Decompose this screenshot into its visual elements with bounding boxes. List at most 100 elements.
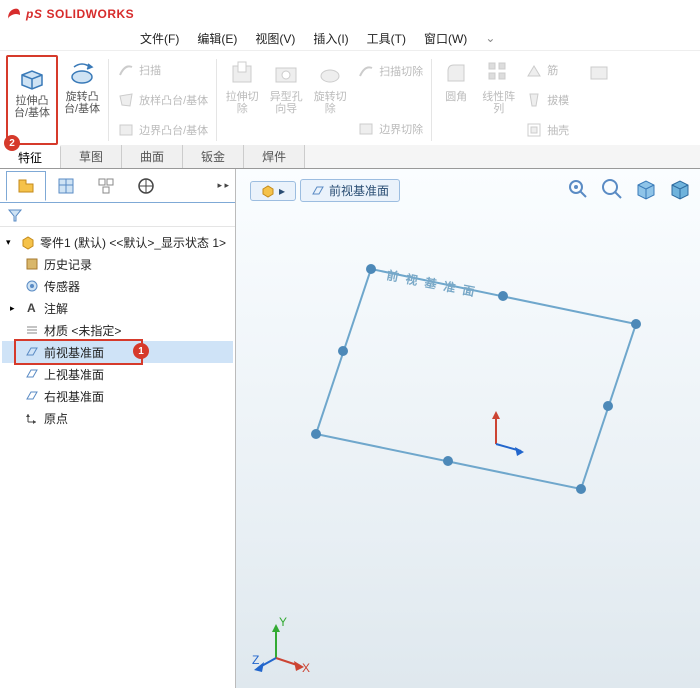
sweep-button[interactable]: 扫描 xyxy=(113,59,212,81)
part-icon xyxy=(261,184,275,198)
panel-tab-config[interactable] xyxy=(86,171,126,201)
callout-front-plane-box xyxy=(14,339,143,365)
app-logo-icon xyxy=(6,5,22,21)
fillet-button[interactable]: 圆角 xyxy=(436,55,476,145)
annotations-icon: A xyxy=(24,300,40,316)
material-icon xyxy=(24,322,40,338)
tree-material[interactable]: 材质 <未指定> xyxy=(2,319,233,341)
filter-row xyxy=(0,203,235,227)
plane-icon xyxy=(24,388,40,404)
hole-wizard-icon xyxy=(270,57,302,89)
feature-tree-icon xyxy=(16,176,36,196)
menu-bar: 文件(F) 编辑(E) 视图(V) 插入(I) 工具(T) 窗口(W) ⌄ xyxy=(0,26,700,50)
revolve-cut-button[interactable]: 旋转切 除 xyxy=(309,55,351,145)
feature-tabs: 特征 草图 曲面 钣金 焊件 xyxy=(0,145,700,169)
hole-wizard-button[interactable]: 异型孔 向导 xyxy=(265,55,307,145)
panel-tab-feature-tree[interactable] xyxy=(6,171,46,201)
title-bar: pS SOLIDWORKS xyxy=(0,0,700,26)
tree-origin[interactable]: 原点 xyxy=(2,407,233,429)
wrap-icon xyxy=(583,57,615,89)
fillet-icon xyxy=(440,57,472,89)
rib-button[interactable]: 筋 xyxy=(521,59,573,81)
dimxpert-icon xyxy=(136,176,156,196)
menu-view[interactable]: 视图(V) xyxy=(255,30,295,47)
plane-icon xyxy=(24,366,40,382)
revolve-boss-button[interactable]: 旋转凸 台/基体 xyxy=(60,55,104,145)
zoom-fit-button[interactable] xyxy=(564,175,592,203)
more-button[interactable] xyxy=(579,55,619,145)
svg-text:Z: Z xyxy=(252,653,259,667)
callout-2: 2 xyxy=(4,135,20,151)
origin-icon xyxy=(24,410,40,426)
extrude-boss-label: 拉伸凸 台/基体 xyxy=(14,95,50,119)
expand-icon[interactable]: ▾ xyxy=(6,237,16,248)
tree-root[interactable]: ▾ 零件1 (默认) <<默认>_显示状态 1> xyxy=(2,231,233,253)
linear-pattern-button[interactable]: 线性阵 列 xyxy=(478,55,519,145)
zoom-area-button[interactable] xyxy=(598,175,626,203)
sweep-cut-icon xyxy=(357,62,375,80)
view-triad[interactable]: Y X Z xyxy=(250,614,310,674)
extrude-boss-button[interactable]: 拉伸凸 台/基体 xyxy=(10,59,54,121)
loft-icon xyxy=(117,91,135,109)
filter-icon[interactable] xyxy=(6,206,24,224)
draft-button[interactable]: 拔模 xyxy=(521,89,573,111)
revolve-cut-icon xyxy=(314,57,346,89)
plane-label: 前 视 基 准 面 xyxy=(385,267,478,299)
view-tools xyxy=(564,175,694,203)
feature-manager-panel: ▸ ▸ ▾ 零件1 (默认) <<默认>_显示状态 1> 历史记录 传感器 ▸ … xyxy=(0,169,236,688)
tab-weldments[interactable]: 焊件 xyxy=(244,145,305,168)
ribbon: 拉伸凸 台/基体 2 旋转凸 台/基体 扫描 放样凸台/基体 边界凸台/基体 拉… xyxy=(0,50,700,145)
loft-button[interactable]: 放样凸台/基体 xyxy=(113,89,212,111)
section-view-button[interactable] xyxy=(632,175,660,203)
menu-file[interactable]: 文件(F) xyxy=(140,30,179,47)
shell-button[interactable]: 抽壳 xyxy=(521,119,573,141)
breadcrumb-plane[interactable]: 前视基准面 xyxy=(300,179,400,202)
ribbon-sep-3 xyxy=(431,59,432,141)
panel-tab-property[interactable] xyxy=(46,171,86,201)
tab-surfaces[interactable]: 曲面 xyxy=(122,145,183,168)
view-orientation-button[interactable] xyxy=(666,175,694,203)
part-icon xyxy=(20,234,36,250)
config-icon xyxy=(96,176,116,196)
shell-icon xyxy=(525,121,543,139)
front-plane-graphic[interactable]: 前 视 基 准 面 xyxy=(296,239,656,539)
svg-text:A: A xyxy=(27,301,36,315)
expand-icon[interactable]: ▸ xyxy=(10,303,20,314)
menu-insert[interactable]: 插入(I) xyxy=(313,30,348,47)
tab-sheetmetal[interactable]: 钣金 xyxy=(183,145,244,168)
ribbon-sep-2 xyxy=(216,59,217,141)
breadcrumb-part[interactable]: ▸ xyxy=(250,181,296,201)
menu-edit[interactable]: 编辑(E) xyxy=(197,30,237,47)
breadcrumb: ▸ 前视基准面 xyxy=(250,179,400,202)
boundary-icon xyxy=(117,121,135,139)
svg-text:X: X xyxy=(302,661,310,674)
panel-tab-dimxpert[interactable] xyxy=(126,171,166,201)
tree-sensors[interactable]: 传感器 xyxy=(2,275,233,297)
extrude-boss-icon xyxy=(16,61,48,93)
tree-history[interactable]: 历史记录 xyxy=(2,253,233,275)
sweep-icon xyxy=(117,61,135,79)
tab-sketch[interactable]: 草图 xyxy=(61,145,122,168)
menu-window[interactable]: 窗口(W) xyxy=(424,30,467,47)
menu-tools[interactable]: 工具(T) xyxy=(367,30,406,47)
sweep-cut-button[interactable]: 扫描切除 xyxy=(353,60,427,82)
origin-gizmo xyxy=(492,411,524,456)
boundary-cut-icon xyxy=(357,120,375,138)
tree-top-plane[interactable]: 上视基准面 xyxy=(2,363,233,385)
revolve-boss-icon xyxy=(66,57,98,89)
boundary-button[interactable]: 边界凸台/基体 xyxy=(113,119,212,141)
boundary-cut-button[interactable]: 边界切除 xyxy=(353,118,427,140)
tree-front-plane[interactable]: 前视基准面 1 xyxy=(2,341,233,363)
graphics-viewport[interactable]: ▸ 前视基准面 前 视 基 准 面 xyxy=(236,169,700,688)
plane-icon xyxy=(311,184,325,198)
main-row: ▸ ▸ ▾ 零件1 (默认) <<默认>_显示状态 1> 历史记录 传感器 ▸ … xyxy=(0,169,700,688)
linear-pattern-icon xyxy=(483,57,515,89)
tree-annotations[interactable]: ▸ A 注解 xyxy=(2,297,233,319)
tree-right-plane[interactable]: 右视基准面 xyxy=(2,385,233,407)
history-icon xyxy=(24,256,40,272)
revolve-boss-label: 旋转凸 台/基体 xyxy=(64,91,100,115)
panel-tabs-more-icon[interactable]: ▸ ▸ xyxy=(217,180,229,191)
extrude-cut-button[interactable]: 拉伸切 除 xyxy=(221,55,263,145)
menu-more-icon[interactable]: ⌄ xyxy=(485,31,495,45)
draft-icon xyxy=(525,91,543,109)
